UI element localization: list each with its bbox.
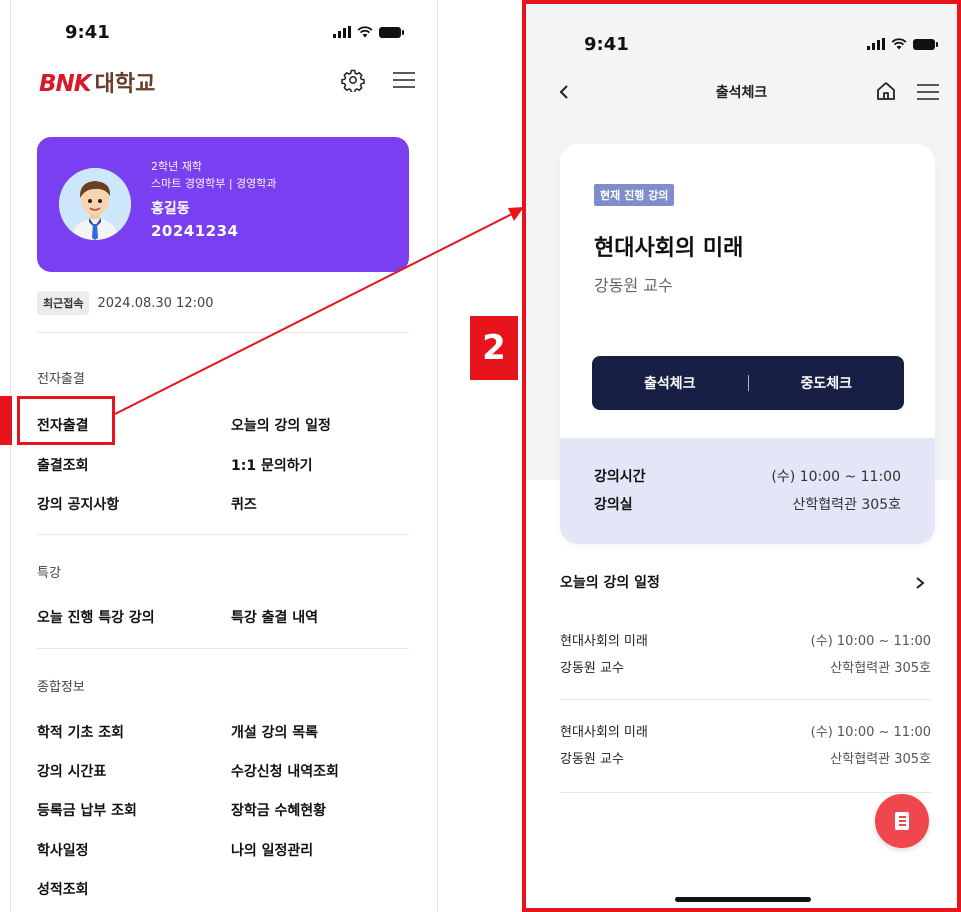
status-bar: 9:41 bbox=[11, 22, 437, 46]
main-menu-screen: 9:41 BNK 대학교 2학년 재학 스마트 경영학부 | 경영학과 홍길동 … bbox=[10, 0, 438, 912]
divider bbox=[37, 534, 409, 535]
lecture-title: 현대사회의 미래 bbox=[594, 236, 744, 261]
gear-icon[interactable] bbox=[341, 68, 365, 92]
profile-name: 홍길동 bbox=[151, 201, 190, 217]
top-nav: 출석체크 bbox=[526, 76, 957, 108]
profile-card[interactable]: 2학년 재학 스마트 경영학부 | 경영학과 홍길동 20241234 bbox=[37, 137, 409, 272]
step-badge: 2 bbox=[470, 316, 518, 380]
menu-special-attendance[interactable]: 특강 출결 내역 bbox=[231, 607, 318, 627]
menu-scholarship[interactable]: 장학금 수혜현황 bbox=[231, 800, 326, 820]
lecture-room-label: 강의실 bbox=[594, 497, 633, 513]
menu-registration-history[interactable]: 수강신청 내역조회 bbox=[231, 761, 339, 781]
section-title-attendance: 전자출결 bbox=[37, 372, 85, 387]
menu-attendance-lookup[interactable]: 출결조회 bbox=[37, 455, 89, 475]
menu-today-schedule[interactable]: 오늘의 강의 일정 bbox=[231, 415, 331, 435]
hamburger-icon[interactable] bbox=[917, 82, 939, 102]
attendance-check-screen: 9:41 출석체크 현재 진행 강의 현대사회의 미래 강동원 교수 출석체크 … bbox=[522, 0, 961, 912]
app-logo: BNK 대학교 bbox=[39, 66, 155, 98]
schedule-lecture: 현대사회의 미래 bbox=[560, 725, 648, 740]
divider bbox=[560, 699, 931, 700]
battery-icon bbox=[913, 38, 938, 50]
status-icons bbox=[333, 26, 404, 38]
home-indicator bbox=[675, 897, 811, 902]
divider bbox=[37, 332, 409, 333]
lecture-info-box: 강의시간 (수) 10:00 ~ 11:00 강의실 산학협력관 305호 bbox=[560, 438, 935, 544]
list-item[interactable]: 현대사회의 미래 (수) 10:00 ~ 11:00 강동원 교수 산학협력관 … bbox=[560, 721, 931, 781]
menu-course-list[interactable]: 개설 강의 목록 bbox=[231, 722, 318, 742]
schedule-room: 산학협력관 305호 bbox=[830, 752, 931, 767]
wifi-icon bbox=[357, 26, 373, 38]
profile-student-id: 20241234 bbox=[151, 222, 239, 240]
status-icons bbox=[867, 38, 938, 50]
recent-access: 최근접속 2024.08.30 12:00 bbox=[37, 291, 214, 315]
menu-academic-records[interactable]: 학적 기초 조회 bbox=[37, 722, 124, 742]
lecture-room-row: 강의실 산학협력관 305호 bbox=[594, 494, 901, 514]
divider bbox=[560, 792, 931, 793]
section-title-special: 특강 bbox=[37, 566, 61, 581]
recent-access-tag: 최근접속 bbox=[37, 291, 90, 315]
menu-timetable[interactable]: 강의 시간표 bbox=[37, 761, 106, 781]
schedule-professor: 강동원 교수 bbox=[560, 661, 624, 676]
status-time: 9:41 bbox=[584, 34, 629, 55]
schedule-time: (수) 10:00 ~ 11:00 bbox=[810, 634, 931, 649]
battery-icon bbox=[379, 26, 404, 38]
menu-tuition[interactable]: 등록금 납부 조회 bbox=[37, 800, 137, 820]
lecture-time-label: 강의시간 bbox=[594, 469, 646, 485]
home-icon[interactable] bbox=[875, 80, 897, 102]
mid-check-button[interactable]: 중도체크 bbox=[749, 373, 905, 393]
schedule-professor: 강동원 교수 bbox=[560, 752, 624, 767]
section-title-info: 종합정보 bbox=[37, 680, 85, 695]
avatar bbox=[59, 168, 131, 240]
profile-department: 스마트 경영학부 | 경영학과 bbox=[151, 177, 277, 190]
lecture-room-value: 산학협력관 305호 bbox=[792, 497, 901, 513]
check-button-bar: 출석체크 중도체크 bbox=[592, 356, 904, 410]
highlight-stub bbox=[0, 396, 12, 445]
recent-access-datetime: 2024.08.30 12:00 bbox=[97, 295, 214, 311]
wifi-icon bbox=[891, 38, 907, 50]
today-schedule-title[interactable]: 오늘의 강의 일정 bbox=[560, 572, 660, 592]
profile-info: 2학년 재학 스마트 경영학부 | 경영학과 홍길동 20241234 bbox=[151, 158, 277, 240]
schedule-panel bbox=[526, 480, 957, 908]
hamburger-icon[interactable] bbox=[393, 70, 415, 90]
floating-action-button[interactable] bbox=[875, 794, 929, 848]
lecture-time-row: 강의시간 (수) 10:00 ~ 11:00 bbox=[594, 466, 901, 486]
attendance-check-button[interactable]: 출석체크 bbox=[592, 373, 748, 393]
menu-inquiry[interactable]: 1:1 문의하기 bbox=[231, 455, 312, 475]
schedule-time: (수) 10:00 ~ 11:00 bbox=[810, 725, 931, 740]
menu-my-schedule[interactable]: 나의 일정관리 bbox=[231, 840, 313, 860]
logo-mark: BNK bbox=[39, 71, 92, 97]
lecture-time-value: (수) 10:00 ~ 11:00 bbox=[771, 469, 901, 485]
signal-icon bbox=[867, 38, 885, 50]
current-lecture-card: 현재 진행 강의 현대사회의 미래 강동원 교수 출석체크 중도체크 강의시간 … bbox=[560, 144, 935, 544]
status-time: 9:41 bbox=[65, 22, 110, 43]
divider bbox=[37, 648, 409, 649]
menu-grades[interactable]: 성적조회 bbox=[37, 879, 89, 899]
menu-quiz[interactable]: 퀴즈 bbox=[231, 494, 257, 514]
profile-grade: 2학년 재학 bbox=[151, 160, 202, 173]
lecture-professor: 강동원 교수 bbox=[594, 276, 673, 295]
schedule-lecture: 현대사회의 미래 bbox=[560, 634, 648, 649]
logo-name: 대학교 bbox=[94, 72, 156, 97]
list-item[interactable]: 현대사회의 미래 (수) 10:00 ~ 11:00 강동원 교수 산학협력관 … bbox=[560, 630, 931, 690]
signal-icon bbox=[333, 26, 351, 38]
menu-special-lecture-today[interactable]: 오늘 진행 특강 강의 bbox=[37, 607, 155, 627]
document-icon bbox=[895, 812, 909, 830]
brand-header: BNK 대학교 bbox=[39, 66, 415, 98]
schedule-room: 산학협력관 305호 bbox=[830, 661, 931, 676]
chevron-right-icon[interactable] bbox=[915, 576, 925, 590]
menu-academic-calendar[interactable]: 학사일정 bbox=[37, 840, 89, 860]
current-lecture-tag: 현재 진행 강의 bbox=[594, 184, 675, 206]
menu-lecture-notice[interactable]: 강의 공지사항 bbox=[37, 494, 119, 514]
highlight-box bbox=[17, 396, 115, 445]
status-bar: 9:41 bbox=[526, 34, 957, 58]
